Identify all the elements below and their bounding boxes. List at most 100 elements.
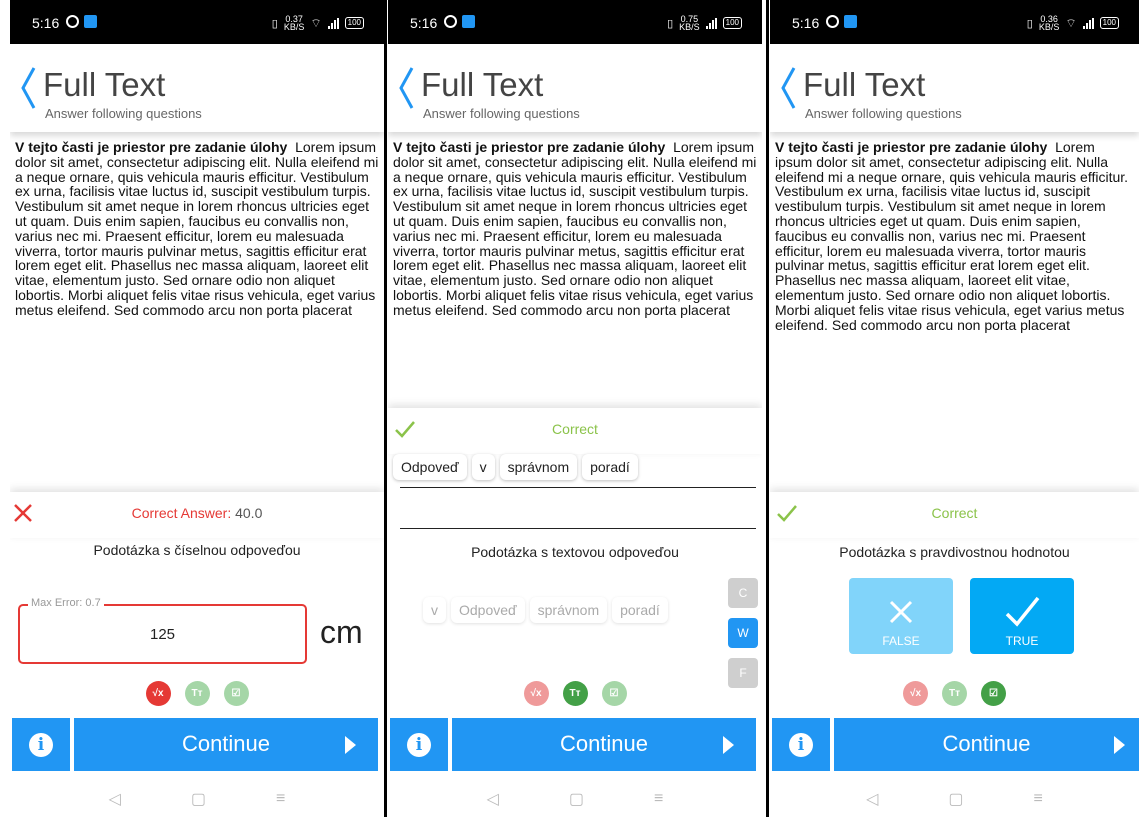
answer-chip[interactable]: Odpoveď (393, 454, 467, 480)
bluetooth-icon (462, 15, 475, 28)
nav-back-icon[interactable]: ◁ (866, 789, 878, 809)
text-mode-icon[interactable]: Tт (184, 681, 210, 706)
numeric-answer-value[interactable]: 125 (20, 626, 305, 643)
nav-home-icon[interactable]: ▢ (948, 789, 963, 809)
net-speed: 0.37 KB/S (283, 14, 305, 32)
side-button-w[interactable]: W (728, 618, 758, 648)
option-chip[interactable]: poradí (612, 597, 668, 623)
checkbox-mode-icon[interactable]: ☑ (981, 681, 1006, 706)
page-title: Full Text (421, 66, 544, 103)
battery-icon: 100 (722, 17, 742, 29)
nav-menu-icon[interactable]: ≡ (1034, 790, 1043, 808)
status-icons (444, 15, 475, 28)
nav-menu-icon[interactable]: ≡ (654, 790, 663, 808)
hotspot-icon (444, 15, 457, 28)
nav-home-icon[interactable]: ▢ (569, 789, 584, 809)
back-chevron-icon[interactable] (18, 64, 38, 112)
passage-body: Lorem ipsum dolor sit amet, consectetur … (393, 139, 757, 318)
continue-bar: i Continue (770, 718, 1139, 771)
battery-icon: 100 (344, 17, 364, 29)
text-mode-icon[interactable]: Tт (942, 681, 967, 706)
back-chevron-icon[interactable] (396, 64, 416, 112)
nav-menu-icon[interactable]: ≡ (276, 790, 285, 808)
status-icons (826, 15, 857, 28)
passage-lead: V tejto časti je priestor pre zadanie úl… (775, 139, 1048, 155)
info-button[interactable]: i (390, 718, 448, 771)
status-icons (66, 15, 97, 28)
question-type-switcher: √x Tт ☑ (10, 681, 384, 706)
status-time: 5:16 (792, 15, 820, 31)
signal-icon (705, 17, 717, 29)
system-navbar: ◁ ▢ ≡ (770, 780, 1139, 817)
info-button[interactable]: i (772, 718, 830, 771)
sqrt-mode-icon[interactable]: √x (145, 681, 171, 706)
answer-chip[interactable]: v (471, 454, 495, 480)
side-button-c[interactable]: C (728, 578, 758, 608)
task-passage: V tejto časti je priestor pre zadanie úl… (775, 140, 1135, 332)
feedback-bar: Correct (770, 492, 1139, 538)
info-icon: i (789, 732, 813, 757)
answer-chip[interactable]: poradí (582, 454, 638, 480)
status-time: 5:16 (410, 15, 438, 31)
status-right: ▯ 0.75 KB/S 100 (667, 14, 742, 32)
feedback-bar: Correct Answer: 40.0 (10, 492, 384, 538)
answer-line (400, 528, 756, 529)
close-icon (889, 600, 913, 624)
page-subtitle: Answer following questions (45, 106, 202, 121)
answer-line (400, 487, 756, 488)
continue-button[interactable]: Continue (834, 718, 1139, 771)
answer-chips: Odpoveď v správnom poradí (393, 454, 757, 480)
answer-chip[interactable]: správnom (499, 454, 578, 480)
system-navbar: ◁ ▢ ≡ (10, 780, 384, 817)
unit-label: cm (320, 614, 363, 650)
passage-body: Lorem ipsum dolor sit amet, consectetur … (775, 139, 1129, 333)
option-chip[interactable]: Odpoveď (451, 597, 525, 623)
back-chevron-icon[interactable] (778, 64, 798, 112)
nav-home-icon[interactable]: ▢ (191, 789, 206, 809)
page-subtitle: Answer following questions (805, 106, 962, 121)
checkbox-mode-icon[interactable]: ☑ (601, 681, 627, 706)
task-passage: V tejto časti je priestor pre zadanie úl… (15, 140, 380, 318)
continue-button[interactable]: Continue (74, 718, 378, 771)
check-icon (1005, 596, 1040, 627)
net-speed: 0.36 KB/S (1038, 14, 1060, 32)
system-navbar: ◁ ▢ ≡ (388, 780, 762, 817)
numeric-answer-field[interactable]: Max Error: 0.7 125 (18, 597, 307, 664)
continue-bar: i Continue (388, 718, 762, 771)
page-header: Full Text Answer following questions (10, 44, 384, 132)
checkbox-mode-icon[interactable]: ☑ (223, 681, 249, 706)
nav-back-icon[interactable]: ◁ (109, 789, 121, 809)
screen-text: 5:16 ▯ 0.75 KB/S 100 Full Text Answer fol… (388, 0, 762, 817)
bluetooth-icon (84, 15, 97, 28)
continue-button[interactable]: Continue (452, 718, 756, 771)
true-button[interactable]: TRUE (970, 578, 1074, 654)
nav-back-icon[interactable]: ◁ (487, 789, 499, 809)
status-bar: 5:16 ▯ 0.75 KB/S 100 (388, 0, 762, 44)
continue-bar: i Continue (10, 718, 384, 771)
option-chips: v Odpoveď správnom poradí (423, 597, 757, 623)
question-type-switcher: √x Tт ☑ (770, 681, 1139, 706)
sqrt-mode-icon[interactable]: √x (903, 681, 928, 706)
status-bar: 5:16 ▯ 0.37 KB/S ⌔ 100 (10, 0, 384, 44)
signal-icon (327, 17, 339, 29)
wifi-icon: ⌔ (310, 15, 322, 30)
page-subtitle: Answer following questions (423, 106, 580, 121)
sqrt-mode-icon[interactable]: √x (523, 681, 549, 706)
net-speed: 0.75 KB/S (679, 14, 700, 32)
option-chip[interactable]: správnom (529, 597, 608, 623)
play-arrow-icon (1114, 736, 1125, 754)
feedback-text: Correct Answer: 40.0 (131, 505, 263, 521)
status-right: ▯ 0.37 KB/S ⌔ 100 (271, 14, 364, 32)
info-button[interactable]: i (12, 718, 70, 771)
bluetooth-icon (844, 15, 857, 28)
false-button[interactable]: FALSE (849, 578, 953, 654)
vibrate-icon: ▯ (271, 17, 278, 30)
screen-divider (766, 0, 769, 817)
passage-lead: V tejto časti je priestor pre zadanie úl… (15, 139, 288, 155)
text-mode-icon[interactable]: Tт (562, 681, 588, 706)
page-title: Full Text (43, 66, 166, 103)
play-arrow-icon (723, 736, 734, 754)
option-chip[interactable]: v (423, 597, 446, 623)
wifi-icon: ⌔ (1065, 15, 1077, 30)
continue-label: Continue (181, 731, 271, 756)
